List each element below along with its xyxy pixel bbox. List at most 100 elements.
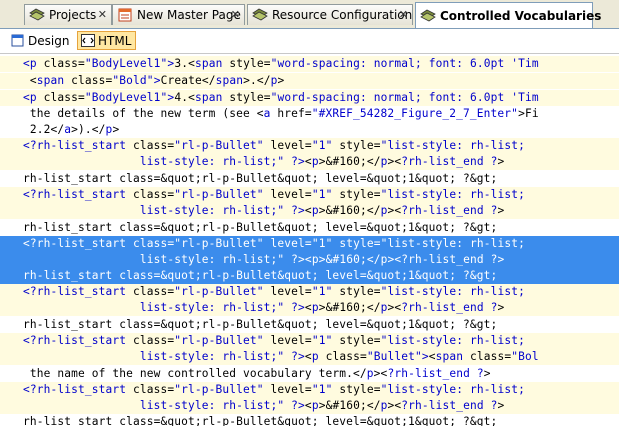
code-token: </	[366, 399, 381, 412]
code-line[interactable]: <?rh-list_start class="rl-p-Bullet" leve…	[0, 236, 619, 252]
code-token: ?>	[291, 253, 305, 266]
code-token: >	[277, 74, 285, 87]
code-line[interactable]: list-style: rh-list;" ?><p class="Bullet…	[0, 349, 619, 365]
design-view-button[interactable]: Design	[8, 31, 73, 50]
code-token: <?rh-list_start	[23, 383, 134, 396]
code-token: class=	[325, 350, 367, 363]
code-token: >	[497, 301, 505, 314]
html-code-editor[interactable]: <p class="BodyLevel1">3.<span style="wor…	[0, 54, 619, 426]
tab-resource-configuration[interactable]: Resource Configuration ✕	[247, 4, 413, 25]
code-token: &#160;	[325, 301, 367, 314]
design-view-label: Design	[28, 33, 70, 48]
code-line[interactable]: <p class="BodyLevel1">4.<span style="wor…	[0, 90, 619, 106]
vocabularies-icon	[420, 9, 436, 23]
html-view-label: HTML	[98, 33, 132, 48]
view-toolbar: Design HTML	[0, 29, 619, 54]
code-line[interactable]: <?rh-list_start class="rl-p-Bullet" leve…	[0, 138, 619, 154]
code-token: p	[311, 253, 319, 266]
code-token: ?>	[291, 204, 305, 217]
code-token: >	[112, 123, 120, 136]
code-line[interactable]: 2.2</a>).</p>	[0, 122, 619, 138]
code-token: "#XREF_54282_Figure_2_7_Enter"	[311, 107, 519, 120]
code-token: level=	[270, 139, 312, 152]
code-token: class=	[133, 237, 175, 250]
code-token: style=	[339, 237, 381, 250]
code-token: span	[36, 74, 72, 87]
code-line[interactable]: list-style: rh-list;" ?><p>&#160;</p><?r…	[0, 203, 619, 219]
code-token: >	[318, 301, 326, 314]
code-token: ><	[387, 204, 402, 217]
code-token: >	[483, 367, 491, 380]
code-token: style=	[339, 285, 381, 298]
code-token: p	[380, 204, 388, 217]
html-view-icon	[81, 34, 95, 47]
code-line[interactable]: list-style: rh-list;" ?><p>&#160;</p><?r…	[0, 398, 619, 414]
code-line[interactable]: <?rh-list_start class="rl-p-Bullet" leve…	[0, 187, 619, 203]
close-tab-icon[interactable]: ✕	[231, 9, 240, 21]
close-tab-icon[interactable]: ✕	[98, 9, 107, 21]
code-line[interactable]: list-style: rh-list;" ?><p>&#160;</p><?r…	[0, 252, 619, 268]
code-token: level=	[270, 237, 312, 250]
code-token: Create</	[160, 74, 216, 87]
code-token: </	[366, 301, 381, 314]
code-token: <p	[23, 57, 44, 70]
code-token: </	[366, 155, 381, 168]
html-view-button[interactable]: HTML	[77, 31, 137, 50]
code-line[interactable]: <p class="BodyLevel1">3.<span style="wor…	[0, 56, 619, 72]
code-token: "BodyLevel1"	[84, 57, 168, 70]
code-line[interactable]: <?rh-list_start class="rl-p-Bullet" leve…	[0, 333, 619, 349]
code-line[interactable]: the name of the new controlled vocabular…	[0, 366, 619, 382]
code-line[interactable]: <?rh-list_start class="rl-p-Bullet" leve…	[0, 284, 619, 300]
code-line[interactable]: rh-list_start class=&quot;rl-p-Bullet&qu…	[0, 414, 619, 426]
code-token: "rl-p-Bullet"	[174, 285, 271, 298]
code-token: 2.2</	[23, 123, 65, 136]
code-token: span	[215, 74, 244, 87]
close-tab-icon[interactable]: ✕	[399, 9, 408, 21]
code-line[interactable]: rh-list_start class=&quot;rl-p-Bullet&qu…	[0, 268, 619, 284]
code-line[interactable]: <?rh-list_start class="rl-p-Bullet" leve…	[0, 382, 619, 398]
code-line[interactable]: list-style: rh-list;" ?><p>&#160;</p><?r…	[0, 300, 619, 316]
code-token: style=	[339, 383, 381, 396]
code-token: <	[304, 253, 312, 266]
code-token: "word-spacing: normal; font: 6.0pt 'Tim	[270, 91, 539, 104]
code-token: list-style: rh-list;"	[139, 350, 292, 363]
code-token: >.</	[243, 74, 271, 87]
code-token: "1"	[311, 188, 340, 201]
code-token: "list-style: rh-list;	[380, 188, 525, 201]
code-token: >	[153, 74, 161, 87]
code-token: rh-list_start class=&quot;rl-p-Bullet&qu…	[23, 269, 498, 282]
code-token: p	[380, 301, 388, 314]
code-token: style=	[339, 139, 381, 152]
code-token: class=	[133, 334, 175, 347]
code-token: <	[304, 350, 312, 363]
tab-new-master-page[interactable]: New Master Page ✕	[112, 4, 245, 25]
code-token: ?>	[291, 350, 305, 363]
code-token: &#160;	[325, 399, 367, 412]
code-line[interactable]: rh-list_start class=&quot;rl-p-Bullet&qu…	[0, 317, 619, 333]
code-token: class=	[133, 285, 175, 298]
code-token: "list-style: rh-list;	[380, 383, 525, 396]
code-token: >	[421, 350, 429, 363]
code-token: span	[435, 350, 471, 363]
tab-controlled-vocabularies[interactable]: Controlled Vocabularies	[415, 2, 601, 28]
code-token: "rl-p-Bullet"	[174, 383, 271, 396]
code-line[interactable]: the details of the new term (see <a href…	[0, 106, 619, 122]
tab-label: Projects	[49, 8, 97, 22]
code-token: >Fi	[518, 107, 539, 120]
code-token: "Bol	[511, 350, 539, 363]
code-token: rh-list_start class=&quot;rl-p-Bullet&qu…	[23, 318, 498, 331]
tab-projects[interactable]: Projects ✕	[24, 4, 112, 25]
code-line[interactable]: rh-list_start class=&quot;rl-p-Bullet&qu…	[0, 171, 619, 187]
code-line[interactable]: rh-list_start class=&quot;rl-p-Bullet&qu…	[0, 220, 619, 236]
code-token: p	[311, 301, 319, 314]
code-token: >	[318, 155, 326, 168]
code-token: >	[497, 399, 505, 412]
code-token: "rl-p-Bullet"	[174, 334, 271, 347]
code-token: href=	[277, 107, 312, 120]
code-token: >).</	[71, 123, 106, 136]
code-line[interactable]: <span class="Bold">Create</span>.</p>	[0, 73, 619, 89]
code-line[interactable]: list-style: rh-list;" ?><p>&#160;</p><?r…	[0, 154, 619, 170]
